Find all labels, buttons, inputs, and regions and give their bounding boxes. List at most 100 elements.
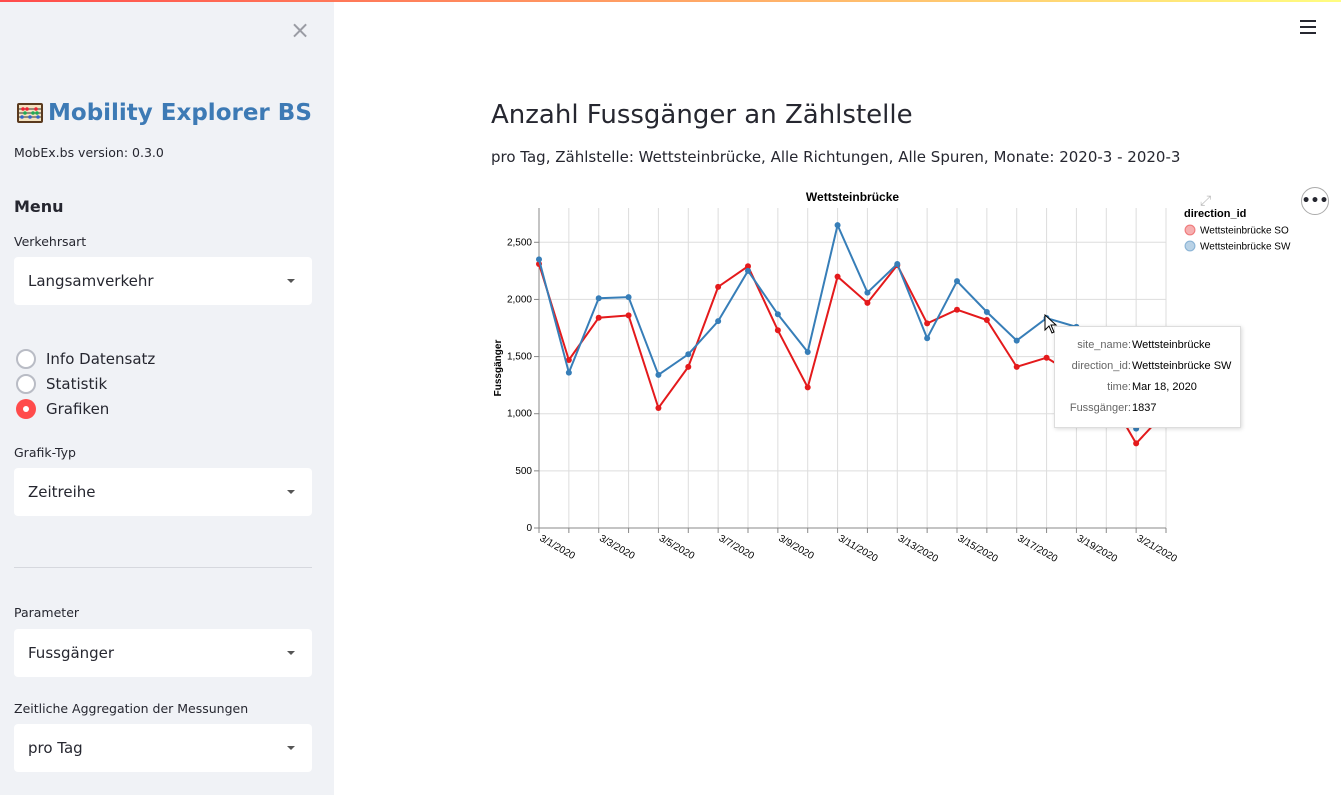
grafik-typ-value: Zeitreihe (28, 483, 96, 501)
y-tick-label: 500 (515, 466, 532, 477)
mouse-cursor-icon (1044, 314, 1058, 334)
app-brand: Mobility Explorer BS (16, 100, 312, 126)
chevron-down-icon (287, 746, 295, 750)
page-subtitle: pro Tag, Zählstelle: Wettsteinbrücke, Al… (491, 148, 1181, 166)
close-icon[interactable]: × (290, 18, 310, 42)
x-tick-label: 3/9/2020 (776, 533, 816, 562)
legend-title: direction_id (1184, 208, 1246, 220)
data-point (804, 349, 811, 355)
tooltip-value: Mar 18, 2020 (1132, 381, 1197, 393)
data-point (774, 327, 781, 334)
y-tick-label: 1,500 (507, 352, 532, 363)
data-point (924, 320, 931, 327)
parameter-value: Fussgänger (28, 644, 115, 662)
version-text: MobEx.bs version: 0.3.0 (14, 145, 164, 160)
hamburger-icon[interactable] (1300, 20, 1316, 36)
data-point (685, 363, 692, 370)
data-point (715, 283, 722, 290)
data-point (954, 306, 960, 313)
aggregation-select[interactable]: pro Tag (14, 724, 312, 772)
legend-label: Wettsteinbrücke SO (1200, 226, 1289, 237)
data-point (1013, 337, 1020, 344)
data-point (595, 314, 602, 321)
data-point (954, 278, 960, 285)
tooltip-key: direction_id: (1071, 360, 1131, 372)
tooltip-value: 1837 (1132, 402, 1157, 414)
radio-grafiken[interactable]: Grafiken (16, 399, 109, 419)
data-point (1013, 363, 1020, 370)
data-point (625, 294, 632, 301)
data-point (864, 299, 871, 306)
abacus-icon (17, 103, 43, 123)
data-point (685, 351, 692, 358)
legend-symbol (1184, 224, 1196, 236)
menu-heading: Menu (14, 197, 64, 216)
data-point (864, 289, 871, 296)
radio-selected-icon (16, 399, 36, 419)
tooltip-value: Wettsteinbrücke (1132, 339, 1211, 351)
aggregation-label: Zeitliche Aggregation der Messungen (14, 701, 249, 716)
chevron-down-icon (287, 651, 295, 655)
tooltip-key: Fussgänger: (1069, 402, 1131, 414)
tooltip-key: time: (1107, 381, 1131, 393)
expand-icon[interactable]: ⤢ (1200, 193, 1211, 209)
x-tick-label: 3/15/2020 (956, 533, 1000, 565)
verkehrsart-label: Verkehrsart (14, 234, 87, 249)
data-point (924, 335, 931, 342)
x-tick-label: 3/5/2020 (657, 533, 697, 562)
radio-label: Grafiken (46, 400, 110, 418)
data-point (894, 261, 901, 267)
x-tick-label: 3/11/2020 (836, 533, 880, 565)
radio-label: Info Datensatz (46, 350, 156, 368)
more-options-icon[interactable]: ••• (1301, 187, 1329, 215)
tooltip-key: site_name: (1077, 339, 1131, 351)
parameter-label: Parameter (14, 605, 80, 620)
verkehrsart-select[interactable]: Langsamverkehr (14, 257, 312, 305)
y-tick-label: 1,000 (507, 409, 532, 420)
legend-label: Wettsteinbrücke SW (1200, 242, 1291, 253)
y-tick-label: 2,500 (507, 237, 532, 248)
data-point (715, 318, 722, 325)
grafik-typ-select[interactable]: Zeitreihe (14, 468, 312, 516)
verkehrsart-value: Langsamverkehr (28, 272, 154, 290)
data-point (655, 405, 662, 411)
x-tick-label: 3/17/2020 (1015, 533, 1059, 565)
data-point (565, 369, 572, 376)
chevron-down-icon (287, 490, 295, 494)
data-point (804, 384, 811, 391)
app-title: Mobility Explorer BS (48, 100, 312, 126)
data-point (595, 295, 602, 302)
y-axis-label: Fussgänger (493, 340, 504, 397)
y-tick-label: 0 (526, 523, 532, 534)
data-point (655, 371, 662, 378)
x-tick-label: 3/7/2020 (717, 533, 757, 562)
sidebar-divider (14, 567, 312, 568)
parameter-select[interactable]: Fussgänger (14, 629, 312, 677)
data-point (834, 273, 841, 280)
data-point (625, 312, 632, 319)
data-point (834, 222, 841, 229)
data-point (774, 311, 781, 318)
data-point (745, 267, 751, 274)
x-tick-label: 3/19/2020 (1075, 533, 1119, 565)
chart-title: Wettsteinbrücke (806, 190, 899, 204)
x-tick-label: 3/3/2020 (597, 533, 637, 562)
page-title: Anzahl Fussgänger an Zählstelle (491, 100, 913, 130)
x-tick-label: 3/1/2020 (538, 533, 578, 562)
data-point (536, 256, 542, 263)
aggregation-value: pro Tag (28, 739, 83, 757)
x-tick-label: 3/13/2020 (896, 533, 940, 565)
data-point (1043, 354, 1050, 361)
radio-circle-icon (16, 349, 36, 369)
radio-circle-icon (16, 374, 36, 394)
radio-info-datensatz[interactable]: Info Datensatz (16, 349, 155, 369)
grafik-typ-label: Grafik-Typ (14, 445, 76, 460)
radio-label: Statistik (46, 375, 108, 393)
radio-statistik[interactable]: Statistik (16, 374, 107, 394)
data-point (983, 317, 990, 323)
data-point (1133, 440, 1140, 447)
legend-symbol (1184, 240, 1196, 252)
y-tick-label: 2,000 (507, 294, 532, 305)
sidebar: × Mobility Explorer BS MobEx.bs version:… (0, 2, 334, 795)
chevron-down-icon (287, 279, 295, 283)
